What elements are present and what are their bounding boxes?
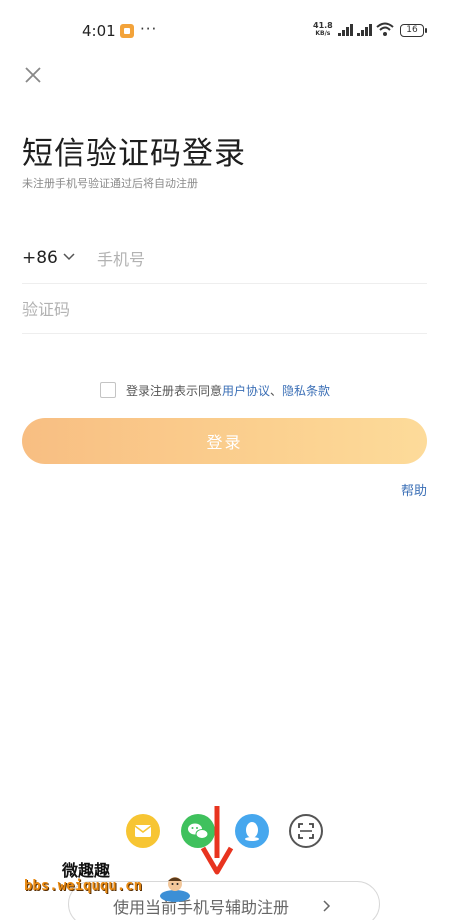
privacy-policy-link[interactable]: 隐私条款 [282, 382, 330, 399]
status-bar: 4:01 ··· 41.8 KB/s 16 [0, 0, 449, 62]
signal-1-icon [338, 24, 356, 36]
verification-code-input[interactable] [22, 294, 402, 324]
agreement-text: 登录注册表示同意 [126, 383, 223, 398]
chevron-right-icon [323, 900, 331, 912]
notification-app-icon [120, 24, 134, 38]
chevron-down-icon[interactable] [62, 252, 76, 262]
watermark-url: bbs.weiququ.cn [24, 878, 143, 894]
annotation-arrow-icon [200, 806, 234, 875]
country-code-selector[interactable]: +86 [22, 248, 58, 268]
code-row [22, 284, 427, 334]
assist-register-label: 使用当前手机号辅助注册 [113, 900, 290, 917]
agreement-separator: 、 [270, 383, 283, 398]
agreement-checkbox[interactable] [100, 382, 116, 398]
wifi-icon [376, 22, 394, 36]
status-time: 4:01 [82, 22, 116, 40]
close-icon[interactable] [22, 64, 44, 86]
page-subtitle: 未注册手机号验证通过后将自动注册 [22, 177, 198, 190]
login-button[interactable]: 登录 [22, 418, 427, 464]
network-speed-value: 41.8 [313, 21, 333, 30]
mail-icon[interactable] [126, 814, 160, 848]
signal-2-icon [357, 24, 375, 36]
scan-icon[interactable] [289, 814, 323, 848]
network-speed-unit: KB/s [315, 30, 331, 37]
mascot-icon [160, 877, 190, 902]
page-title: 短信验证码登录 [22, 136, 246, 172]
phone-input[interactable] [97, 244, 417, 274]
phone-row: +86 [22, 236, 427, 284]
user-agreement-link[interactable]: 用户协议 [222, 382, 270, 399]
help-link[interactable]: 帮助 [401, 480, 427, 499]
agreement-row: 登录注册表示同意 用户协议 、 隐私条款 [100, 380, 330, 400]
battery-icon: 16 [400, 24, 427, 37]
qq-icon[interactable] [235, 814, 269, 848]
login-button-label: 登录 [206, 435, 243, 452]
more-notifications-icon: ··· [140, 20, 158, 38]
network-speed: 41.8 KB/s [313, 21, 333, 38]
